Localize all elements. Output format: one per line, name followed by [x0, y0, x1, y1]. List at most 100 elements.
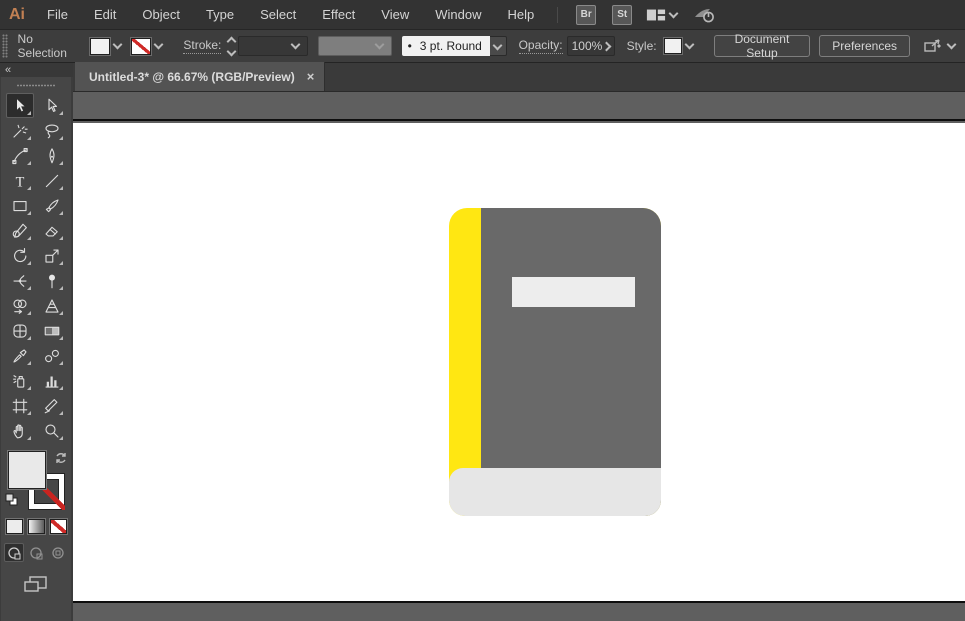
- tool-mesh-tool[interactable]: [6, 318, 34, 343]
- panel-collapse-button[interactable]: «: [0, 63, 73, 77]
- document-setup-button[interactable]: Document Setup: [713, 32, 811, 60]
- menu-select[interactable]: Select: [247, 0, 309, 30]
- draw-behind-button[interactable]: [26, 543, 46, 562]
- hand-tool-icon: [13, 423, 23, 438]
- tool-curvature-tool[interactable]: [38, 143, 66, 168]
- tool-puppet-warp-tool[interactable]: [38, 268, 66, 293]
- chevron-down-icon: [946, 39, 957, 50]
- tool-shape-builder-tool[interactable]: [6, 293, 34, 318]
- tool-lasso-tool[interactable]: [38, 118, 66, 143]
- tool-eyedropper-tool[interactable]: [6, 343, 34, 368]
- document-area: Untitled-3* @ 66.67% (RGB/Preview) ×: [73, 62, 965, 621]
- draw-inside-button[interactable]: [48, 543, 68, 562]
- menu-view[interactable]: View: [368, 0, 422, 30]
- fill-proxy[interactable]: [8, 451, 46, 489]
- change-screen-mode-button[interactable]: [1, 574, 71, 594]
- tool-pen-tool[interactable]: [6, 143, 34, 168]
- fill-color-dropdown[interactable]: [90, 37, 125, 55]
- selection-status: No Selection: [17, 32, 67, 60]
- canvas[interactable]: [73, 92, 965, 621]
- symbol-sprayer-tool-icon: [13, 374, 25, 388]
- none-button[interactable]: [49, 519, 67, 534]
- preferences-button[interactable]: Preferences: [819, 35, 910, 57]
- menu-effect[interactable]: Effect: [309, 0, 368, 30]
- tool-column-graph-tool[interactable]: [38, 368, 66, 393]
- swap-fill-stroke-icon[interactable]: [54, 451, 68, 470]
- controlbar-grip[interactable]: [2, 34, 8, 58]
- menubar-divider: [557, 6, 559, 23]
- tool-selection-tool[interactable]: [6, 93, 34, 118]
- document-tab[interactable]: Untitled-3* @ 66.67% (RGB/Preview) ×: [75, 62, 326, 91]
- column-graph-tool-icon: [45, 376, 59, 388]
- opacity-label[interactable]: Opacity:: [518, 38, 563, 54]
- menu-file[interactable]: File: [34, 0, 81, 30]
- tool-magic-wand-tool[interactable]: [6, 118, 34, 143]
- app-logo: Ai: [9, 5, 25, 23]
- rotate-tool-icon: [14, 247, 27, 262]
- drawing-modes: [1, 543, 71, 562]
- tool-blend-tool[interactable]: [38, 343, 66, 368]
- draw-normal-button[interactable]: [4, 543, 24, 562]
- width-tool-icon: [13, 274, 27, 287]
- tool-eraser-tool[interactable]: [38, 218, 66, 243]
- menu-help[interactable]: Help: [494, 0, 547, 30]
- stroke-weight-label[interactable]: Stroke:: [183, 38, 222, 54]
- menu-object[interactable]: Object: [129, 0, 193, 30]
- tool-pencil-tool[interactable]: [6, 218, 34, 243]
- selection-tool-icon: [17, 98, 25, 111]
- shape-builder-tool-icon: [13, 298, 27, 314]
- puppet-warp-tool-icon: [49, 274, 55, 288]
- tool-direct-selection-tool[interactable]: [38, 93, 66, 118]
- stroke-weight-stepper[interactable]: [226, 36, 237, 56]
- sync-status-icon[interactable]: [693, 5, 717, 25]
- workspace-layout-icon[interactable]: [646, 7, 681, 23]
- tool-scale-tool[interactable]: [38, 243, 66, 268]
- tool-rectangle-tool[interactable]: [6, 193, 34, 218]
- tool-slice-tool[interactable]: [38, 393, 66, 418]
- brush-definition-dropdown[interactable]: • 3 pt. Round: [401, 36, 507, 56]
- type-tool-icon: T: [16, 174, 25, 190]
- menu-type[interactable]: Type: [193, 0, 247, 30]
- default-fill-stroke-icon[interactable]: [5, 493, 18, 511]
- go-to-bridge-button[interactable]: Br: [576, 4, 597, 25]
- menu-edit[interactable]: Edit: [81, 0, 129, 30]
- tool-gradient-tool[interactable]: [38, 318, 66, 343]
- style-swatch: [663, 38, 682, 54]
- tool-zoom-tool[interactable]: [38, 418, 66, 443]
- tools-panel: « T: [0, 63, 73, 621]
- tool-width-tool[interactable]: [6, 268, 34, 293]
- chevron-down-icon: [112, 39, 123, 50]
- brush-definition-chevron-button[interactable]: [489, 36, 507, 56]
- opacity-input[interactable]: 100%: [566, 36, 615, 56]
- menu-window[interactable]: Window: [422, 0, 494, 30]
- book-pages-band[interactable]: [449, 468, 661, 516]
- book-title-label[interactable]: [512, 277, 635, 307]
- tool-type-tool[interactable]: T: [6, 168, 34, 193]
- book-artwork[interactable]: [449, 208, 661, 516]
- artboard-tool-icon: [12, 398, 28, 413]
- variable-width-profile-dropdown: [318, 36, 392, 56]
- perspective-grid-tool-icon: [45, 298, 59, 313]
- tool-line-segment-tool[interactable]: [38, 168, 66, 193]
- fill-swatch: [90, 37, 111, 55]
- adobe-stock-button[interactable]: St: [612, 4, 633, 25]
- eyedropper-tool-icon: [13, 348, 27, 363]
- tool-rotate-tool[interactable]: [6, 243, 34, 268]
- stroke-weight-dropdown[interactable]: [238, 36, 309, 56]
- slice-tool-icon: [44, 398, 58, 413]
- stroke-color-dropdown[interactable]: [131, 37, 166, 55]
- close-tab-icon[interactable]: ×: [307, 69, 315, 84]
- tool-paintbrush-tool[interactable]: [38, 193, 66, 218]
- tool-artboard-tool[interactable]: [6, 393, 34, 418]
- line-segment-tool-icon: [45, 174, 59, 187]
- tool-perspective-grid-tool[interactable]: [38, 293, 66, 318]
- arrange-icon[interactable]: [922, 37, 959, 55]
- control-bar: No Selection Stroke: • 3 pt. Round Opaci…: [0, 30, 965, 63]
- tool-hand-tool[interactable]: [6, 418, 34, 443]
- gradient-button[interactable]: [27, 519, 45, 534]
- tools-panel-body: T: [1, 77, 71, 621]
- panel-drag-grip[interactable]: [17, 79, 55, 91]
- tool-symbol-sprayer-tool[interactable]: [6, 368, 34, 393]
- color-button[interactable]: [5, 519, 23, 534]
- style-dropdown[interactable]: [663, 38, 697, 54]
